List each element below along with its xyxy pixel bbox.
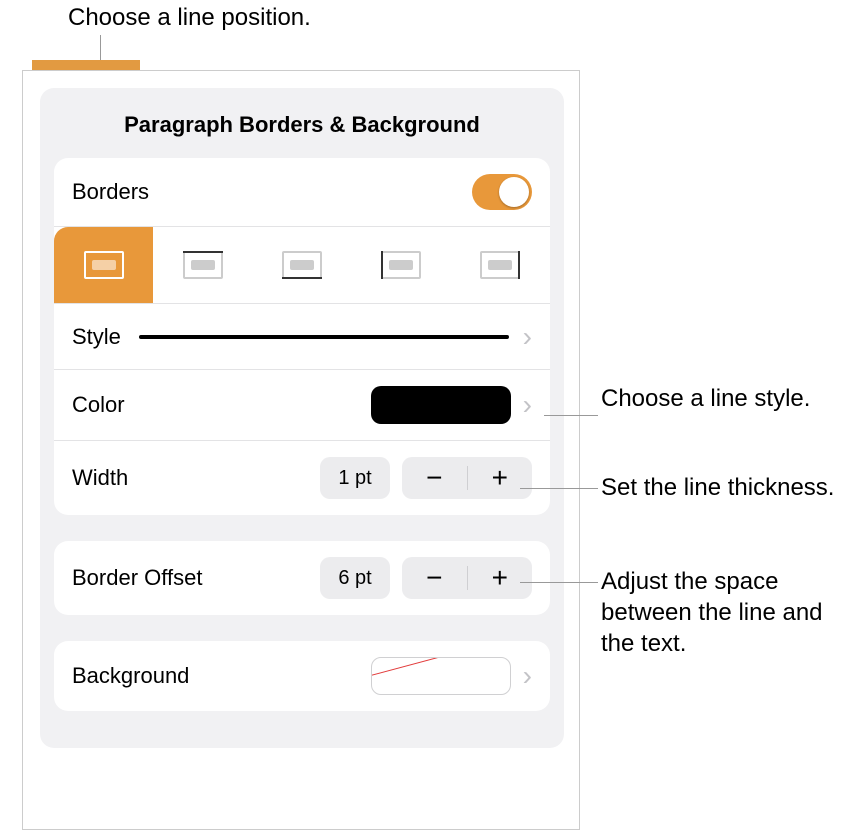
background-row[interactable]: Background › (54, 641, 550, 711)
offset-stepper: − + (402, 557, 532, 599)
box-border-icon (78, 247, 130, 283)
offset-label: Border Offset (72, 565, 202, 591)
borders-card: Borders (54, 158, 550, 515)
panel-title: Paragraph Borders & Background (40, 88, 564, 158)
callout-border-offset: Adjust the space between the line and th… (601, 566, 851, 660)
border-position-segmented (54, 227, 550, 304)
border-position-box-button[interactable] (54, 227, 153, 303)
offset-increment-button[interactable]: + (468, 557, 533, 599)
border-position-right-button[interactable] (451, 227, 550, 303)
offset-value: 6 pt (320, 557, 390, 599)
width-row: Width 1 pt − + (54, 441, 550, 515)
chevron-right-icon: › (523, 391, 532, 419)
chevron-right-icon: › (523, 662, 532, 690)
left-border-icon (375, 247, 427, 283)
width-label: Width (72, 465, 128, 491)
offset-card: Border Offset 6 pt − + (54, 541, 550, 615)
bottom-border-icon (276, 247, 328, 283)
callout-line-position: Choose a line position. (68, 4, 311, 32)
callout-line-thickness: Set the line thickness. (601, 472, 834, 503)
border-position-left-button[interactable] (352, 227, 451, 303)
panel-back-row[interactable]: Paragraph Borders & Background › (40, 737, 564, 748)
borders-toggle[interactable] (472, 174, 532, 210)
top-border-icon (177, 247, 229, 283)
background-label: Background (72, 663, 189, 689)
callout-leader-line (520, 488, 598, 489)
width-increment-button[interactable]: + (468, 457, 533, 499)
offset-decrement-button[interactable]: − (402, 557, 467, 599)
style-label: Style (72, 324, 121, 350)
callout-line-style: Choose a line style. (601, 383, 810, 414)
border-position-bottom-button[interactable] (252, 227, 351, 303)
color-row[interactable]: Color › (54, 370, 550, 441)
offset-row: Border Offset 6 pt − + (54, 541, 550, 615)
line-style-preview (139, 335, 509, 339)
width-value: 1 pt (320, 457, 390, 499)
borders-toggle-row: Borders (54, 158, 550, 227)
borders-background-panel: Paragraph Borders & Background Borders (40, 88, 564, 748)
callout-leader-line (544, 415, 598, 416)
background-card: Background › (54, 641, 550, 711)
chevron-right-icon: › (523, 323, 532, 351)
background-none-swatch (371, 657, 511, 695)
style-row[interactable]: Style › (54, 304, 550, 370)
width-decrement-button[interactable]: − (402, 457, 467, 499)
width-stepper: − + (402, 457, 532, 499)
color-label: Color (72, 392, 125, 418)
borders-label: Borders (72, 179, 149, 205)
right-border-icon (474, 247, 526, 283)
callout-leader-line (520, 582, 598, 583)
color-swatch (371, 386, 511, 424)
border-position-top-button[interactable] (153, 227, 252, 303)
